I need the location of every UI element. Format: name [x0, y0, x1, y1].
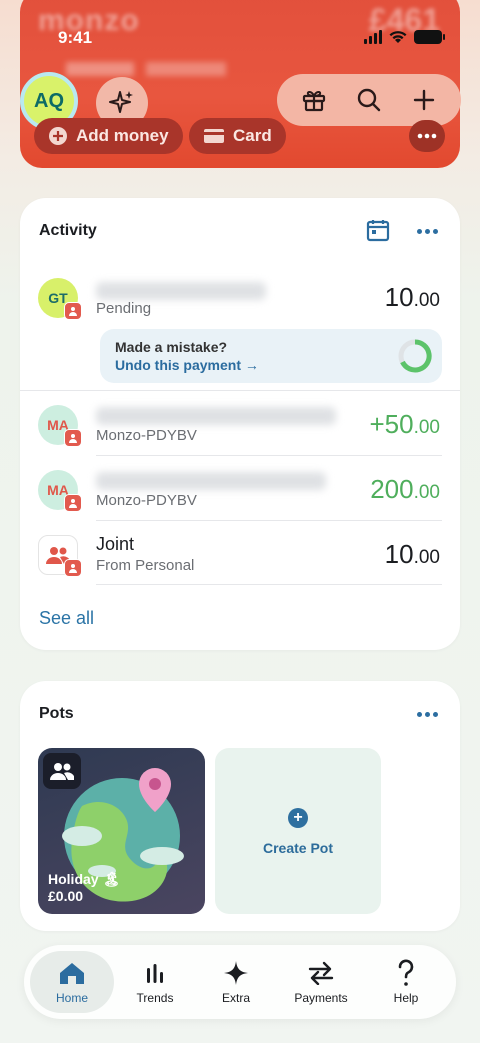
pots-panel: Pots Holiday 🏝 £0.00 + Create Pot: [20, 681, 460, 931]
transaction-amount: 200.00: [370, 474, 440, 505]
sparkle-icon: [224, 961, 248, 985]
activity-panel: Activity GT Pending 10.00 Made a mistake…: [20, 198, 460, 650]
undo-timer-icon: [398, 339, 432, 373]
status-bar: 9:41: [0, 24, 480, 54]
search-icon: [357, 88, 381, 112]
person-badge-icon: [64, 494, 82, 512]
nav-extra[interactable]: Extra: [194, 951, 278, 1013]
amount-main: 200: [370, 474, 414, 504]
nav-home[interactable]: Home: [30, 951, 114, 1013]
divider: [96, 455, 442, 456]
plus-icon: [413, 89, 434, 111]
amount-decimal: .00: [413, 417, 440, 438]
shared-pot-icon: [43, 753, 81, 789]
divider: [20, 390, 460, 391]
wifi-icon: [389, 31, 407, 43]
bottom-nav: Home Trends Extra Payments Help: [24, 945, 456, 1019]
divider: [96, 584, 442, 585]
person-badge-icon: [64, 302, 82, 320]
question-icon: [398, 959, 414, 986]
person-badge-icon: [64, 559, 82, 577]
nav-label: Home: [55, 991, 88, 1005]
undo-payment-link[interactable]: Undo this payment →: [115, 357, 259, 373]
battery-icon: [414, 30, 445, 44]
card-button[interactable]: Card: [189, 118, 286, 154]
amount-decimal: .00: [413, 482, 440, 503]
add-button[interactable]: [404, 80, 444, 120]
signal-icon: [364, 30, 382, 44]
calendar-icon: [366, 220, 390, 242]
amount-main: 10: [384, 539, 414, 569]
pot-name: Holiday 🏝: [48, 871, 121, 887]
bar-chart-icon: [147, 964, 163, 983]
transaction-name-blurred: [96, 282, 266, 300]
create-pot-button[interactable]: + Create Pot: [215, 748, 381, 914]
add-money-label: Add money: [76, 126, 169, 145]
create-pot-label: Create Pot: [262, 840, 334, 856]
nav-label: Help: [393, 991, 419, 1005]
card-icon: [204, 129, 224, 143]
amount-decimal: .00: [413, 547, 440, 568]
transaction-amount: +50.00: [369, 409, 440, 440]
transaction-name-blurred: [96, 472, 326, 490]
transaction-status: Pending: [96, 300, 152, 317]
undo-payment-banner[interactable]: Made a mistake? Undo this payment →: [100, 329, 442, 383]
nav-label: Extra: [221, 991, 250, 1005]
activity-more-button[interactable]: [417, 229, 438, 234]
undo-title: Made a mistake?: [115, 339, 228, 355]
more-dots-icon: [417, 133, 437, 139]
sparkle-icon: [109, 91, 133, 113]
nav-payments[interactable]: Payments: [279, 951, 363, 1013]
transaction-reference: Monzo-PDYBV: [96, 427, 197, 444]
nav-trends[interactable]: Trends: [113, 951, 197, 1013]
blurred-account-info: [66, 62, 134, 76]
amount-decimal: .00: [413, 290, 440, 311]
pot-balance: £0.00: [48, 888, 84, 904]
status-time: 9:41: [58, 28, 93, 47]
amount-main: +50: [369, 409, 414, 439]
divider: [96, 520, 442, 521]
person-badge-icon: [64, 429, 82, 447]
card-label: Card: [233, 126, 272, 145]
plus-circle-icon: +: [288, 808, 308, 828]
gift-icon: [303, 90, 326, 112]
account-more-button[interactable]: [409, 120, 445, 152]
header-actions: [277, 74, 461, 126]
transaction-name-blurred: [96, 407, 336, 425]
nav-label: Trends: [136, 991, 174, 1005]
nav-label: Payments: [294, 991, 348, 1005]
transfer-arrows-icon: [308, 961, 334, 985]
add-money-button[interactable]: Add money: [34, 118, 183, 154]
transaction-amount: 10.00: [385, 539, 440, 570]
pots-title: Pots: [39, 705, 74, 722]
gift-button[interactable]: [294, 80, 334, 120]
transaction-name: Joint: [96, 534, 135, 554]
transaction-reference: From Personal: [96, 557, 195, 574]
nav-help[interactable]: Help: [364, 951, 448, 1013]
blurred-account-info: [146, 62, 226, 76]
transaction-reference: Monzo-PDYBV: [96, 492, 197, 509]
plus-circle-icon: [49, 127, 67, 145]
pots-more-button[interactable]: [417, 712, 438, 717]
calendar-button[interactable]: [366, 218, 390, 247]
transaction-amount: 10.00: [385, 282, 440, 313]
amount-main: 10: [384, 282, 414, 312]
pot-card-holiday[interactable]: Holiday 🏝 £0.00: [38, 748, 205, 914]
see-all-link[interactable]: See all: [39, 608, 94, 629]
transaction-row[interactable]: MA Monzo-PDYBV +50.00: [20, 403, 460, 463]
home-icon: [60, 963, 84, 984]
transaction-row[interactable]: MA Monzo-PDYBV 200.00: [20, 468, 460, 528]
activity-title: Activity: [39, 222, 97, 239]
search-button[interactable]: [349, 80, 389, 120]
people-icon: [50, 763, 74, 780]
